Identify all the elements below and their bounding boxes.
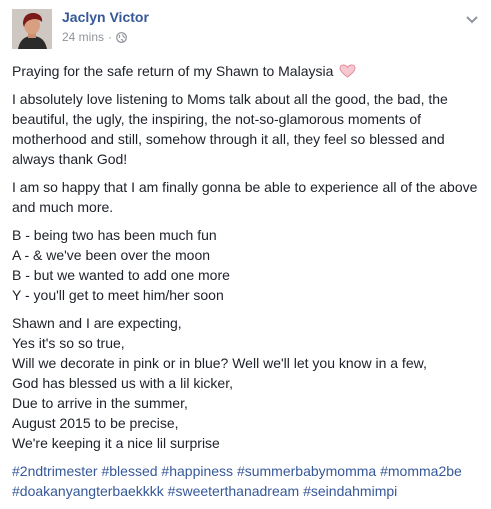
hashtag-link[interactable]: #sweeterthanadream bbox=[168, 483, 300, 499]
acrostic-line: B - but we wanted to add one more bbox=[12, 267, 230, 283]
avatar[interactable] bbox=[12, 9, 52, 49]
poem: Shawn and I are expecting, Yes it's so s… bbox=[12, 313, 482, 453]
poem-line: God has blessed us with a lil kicker, bbox=[12, 375, 233, 391]
globe-icon[interactable] bbox=[116, 31, 127, 43]
hashtag-link[interactable]: #seindahmimpi bbox=[303, 483, 397, 499]
poem-line: Will we decorate in pink or in blue? Wel… bbox=[12, 355, 427, 371]
hashtags: #2ndtrimester #blessed #happiness #summe… bbox=[12, 461, 482, 501]
hashtag-line: #2ndtrimester #blessed #happiness #summe… bbox=[12, 461, 482, 481]
hashtag-link[interactable]: #blessed bbox=[101, 463, 157, 479]
post-body: Praying for the safe return of my Shawn … bbox=[12, 61, 482, 509]
meta-separator: · bbox=[108, 30, 113, 44]
text-line: motherhood and still, somehow through it… bbox=[12, 131, 445, 147]
hashtag-link[interactable]: #2ndtrimester bbox=[12, 463, 98, 479]
poem-line: August 2015 to be precise, bbox=[12, 415, 179, 431]
chevron-down-icon[interactable] bbox=[465, 12, 479, 24]
acrostic-line: A - & we've been over the moon bbox=[12, 247, 211, 263]
intro-text: Praying for the safe return of my Shawn … bbox=[12, 63, 334, 79]
poem-line: We're keeping it a nice lil surprise bbox=[12, 435, 220, 451]
paragraph-2: I am so happy that I am finally gonna be… bbox=[12, 177, 482, 217]
heart-icon bbox=[339, 63, 356, 78]
hashtag-link[interactable]: #summerbabymomma bbox=[237, 463, 376, 479]
poem-line: Shawn and I are expecting, bbox=[12, 315, 182, 331]
hashtag-link[interactable]: #happiness bbox=[161, 463, 233, 479]
text-line: always thank God! bbox=[12, 151, 128, 167]
intro-paragraph: Praying for the safe return of my Shawn … bbox=[12, 61, 482, 81]
profile-photo bbox=[12, 9, 52, 49]
text-line: and much more. bbox=[12, 199, 114, 215]
author-name[interactable]: Jaclyn Victor bbox=[62, 9, 149, 25]
facebook-post: Jaclyn Victor 24 mins · Praying for the … bbox=[0, 0, 491, 499]
poem-line: Yes it's so so true, bbox=[12, 335, 125, 351]
post-meta: 24 mins · bbox=[62, 30, 127, 44]
acrostic-line: B - being two has been much fun bbox=[12, 227, 217, 243]
acrostic-line: Y - you'll get to meet him/her soon bbox=[12, 287, 224, 303]
hashtag-line: #doakanyangterbaekkkk #sweeterthanadream… bbox=[12, 481, 482, 501]
hashtag-link[interactable]: #doakanyangterbaekkkk bbox=[12, 483, 164, 499]
timestamp[interactable]: 24 mins bbox=[62, 30, 104, 44]
text-line: I am so happy that I am finally gonna be… bbox=[12, 179, 478, 195]
hashtag-link[interactable]: #momma2be bbox=[380, 463, 462, 479]
paragraph-1: I absolutely love listening to Moms talk… bbox=[12, 89, 482, 169]
text-line: beautiful, the ugly, the inspiring, the … bbox=[12, 111, 422, 127]
text-line: I absolutely love listening to Moms talk… bbox=[12, 91, 448, 107]
acrostic: B - being two has been much fun A - & we… bbox=[12, 225, 482, 305]
poem-line: Due to arrive in the summer, bbox=[12, 395, 188, 411]
